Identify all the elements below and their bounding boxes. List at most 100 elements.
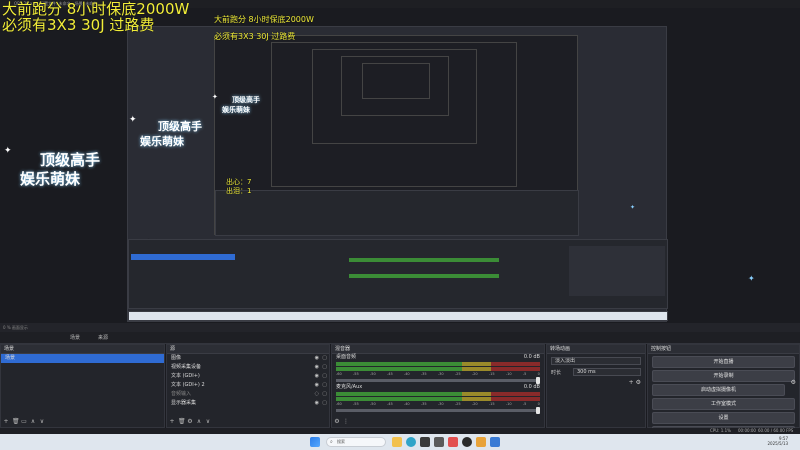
lock-icon[interactable]: ▢ <box>322 363 327 372</box>
preview-canvas[interactable]: ✦ 顶级高手 娱乐萌妹 ✦ 顶级高手 娱乐萌妹 出心：7 出泪：1 出心：7 出… <box>127 26 668 322</box>
transition-type-select[interactable]: 淡入淡出 <box>551 357 641 365</box>
windows-taskbar: ⌕ 搜索 9:57 2025/5/13 <box>0 434 800 450</box>
gear-icon[interactable]: ⚙ <box>187 418 193 425</box>
cursor-sparkle-icon: ✦ <box>630 204 636 211</box>
arrow-up-icon[interactable]: ∧ <box>196 418 202 425</box>
lock-icon[interactable]: ▢ <box>322 354 327 363</box>
lock-icon[interactable]: ▢ <box>322 381 327 390</box>
transition-toolbar: + ⚙ <box>629 379 641 386</box>
eye-icon[interactable]: ◉ <box>315 372 319 381</box>
gear-icon[interactable]: ⚙ <box>791 379 796 386</box>
start-recording-button[interactable]: 开始录制 <box>652 370 795 382</box>
preview-dock-strip <box>128 239 668 309</box>
banner-line-2-small: 必须有3X3 30J 过路费 <box>214 32 296 41</box>
volume-meter <box>336 362 540 366</box>
filter-icon[interactable]: ▭ <box>21 418 27 425</box>
nested-preview-5 <box>362 63 430 99</box>
eye-icon[interactable]: ◉ <box>315 363 319 372</box>
volume-meter <box>336 367 540 371</box>
sparkle-icon: ✦ <box>4 146 12 156</box>
app-icon[interactable] <box>448 437 458 447</box>
virtual-camera-button[interactable]: 启动虚拟摄像机 <box>652 384 785 396</box>
source-item[interactable]: 文本 (GDI+) ◉ ▢ <box>167 372 329 381</box>
app-icon[interactable] <box>476 437 486 447</box>
banner-line-1-small: 大前跑分 8小时保底2000W <box>214 15 314 24</box>
tab-scenes[interactable]: 场景 <box>70 334 80 341</box>
session-time: 00:00:00 <box>738 428 756 433</box>
gear-icon[interactable]: ⚙ <box>636 379 641 386</box>
dock-tabs: 场景 来源 <box>0 332 800 344</box>
tab-sources[interactable]: 来源 <box>98 334 108 341</box>
scenes-header: 场景 <box>1 345 164 354</box>
source-item[interactable]: 图像 ◉ ▢ <box>167 354 329 363</box>
channel-name: 桌面音频 <box>336 354 357 360</box>
arrow-down-icon[interactable]: ∨ <box>39 418 45 425</box>
taskbar-clock[interactable]: 9:57 2025/5/13 <box>767 436 788 446</box>
start-streaming-button[interactable]: 开始直播 <box>652 356 795 368</box>
arrow-down-icon[interactable]: ∨ <box>205 418 211 425</box>
source-item[interactable]: 显示器采集 ◉ ▢ <box>167 399 329 408</box>
transition-type[interactable]: 淡入淡出 <box>551 357 641 365</box>
windows-start-icon[interactable] <box>310 437 320 447</box>
volume-meter <box>336 397 540 401</box>
studio-mode-button[interactable]: 工作室模式 <box>652 398 795 410</box>
scene-item[interactable]: 场景 <box>1 354 164 363</box>
clock-date: 2025/5/13 <box>767 441 788 446</box>
add-icon[interactable]: + <box>3 418 9 425</box>
brand-label-small-top: 顶级高手 <box>232 96 260 104</box>
lock-icon[interactable]: ▢ <box>322 399 327 408</box>
lock-icon[interactable]: ▢ <box>322 372 327 381</box>
meter-ticks: -60 -55 -50 -45 -40 -35 -30 -25 -20 -15 -10 -5 0 <box>336 402 540 406</box>
sparkle-icon: ✦ <box>212 93 218 101</box>
transitions-header: 转场动画 <box>547 345 645 354</box>
audio-mixer-dock: 混音器 桌面音频 0.0 dB -60 -55 -50 -45 -40 -35 -30 -25-… <box>331 344 545 428</box>
eye-icon[interactable]: ◌ <box>315 390 319 399</box>
volume-slider[interactable] <box>336 407 540 414</box>
sources-dock: 源 图像 ◉ ▢ 视频采集设备 ◉ ▢ 文本 (GDI+) ◉ ▢ 文本 (GDI+) 2 ◉… <box>166 344 330 428</box>
eye-icon[interactable]: ◉ <box>315 399 319 408</box>
lock-icon[interactable]: ▢ <box>322 390 327 399</box>
slider-knob[interactable] <box>536 377 540 384</box>
eye-icon[interactable]: ◉ <box>315 381 319 390</box>
source-label: 图像 <box>171 355 182 361</box>
scenes-toolbar: + 🗑 ▭ ∧ ∨ <box>3 418 45 425</box>
more-icon[interactable]: ⋮ <box>343 418 349 425</box>
volume-slider[interactable] <box>336 377 540 384</box>
taskbar-search[interactable]: ⌕ 搜索 <box>326 437 386 447</box>
brand-label-bottom: 娱乐萌妹 <box>140 135 184 148</box>
settings-button[interactable]: 设置 <box>652 412 795 424</box>
mixer-toolbar: ⚙ ⋮ <box>334 418 349 425</box>
cpu-usage: CPU: 1.1% <box>710 428 731 433</box>
duration-input[interactable]: 300 ms <box>573 368 641 376</box>
transitions-dock: 转场动画 淡入淡出 时长 300 ms + ⚙ <box>546 344 646 428</box>
obs-icon[interactable] <box>462 437 472 447</box>
arrow-up-icon[interactable]: ∧ <box>30 418 36 425</box>
source-label: 视频采集设备 <box>171 364 202 370</box>
brand-label-top: 顶级高手 <box>158 120 202 133</box>
mixer-header: 混音器 <box>332 345 544 354</box>
cursor-sparkle-icon: ✦ <box>748 274 755 283</box>
mixer-channel: 麦克风/Aux 0.0 dB -60 -55 -50 -45 -40 -35 -30 -25 -2… <box>332 384 544 414</box>
app-icon[interactable] <box>490 437 500 447</box>
nested-preview-2 <box>271 42 517 187</box>
gear-icon[interactable]: ⚙ <box>334 418 340 425</box>
trash-icon[interactable]: 🗑 <box>12 418 20 425</box>
search-placeholder: 搜索 <box>337 439 345 444</box>
trash-icon[interactable]: 🗑 <box>178 418 186 425</box>
channel-level: 0.0 dB <box>523 354 540 360</box>
file-explorer-icon[interactable] <box>392 437 402 447</box>
eye-icon[interactable]: ◉ <box>315 354 319 363</box>
source-item[interactable]: 音频输入 ◌ ▢ <box>167 390 329 399</box>
add-icon[interactable]: + <box>169 418 175 425</box>
source-label: 显示器采集 <box>171 400 197 406</box>
app-icon[interactable] <box>434 437 444 447</box>
slider-knob[interactable] <box>536 407 540 414</box>
source-item[interactable]: 视频采集设备 ◉ ▢ <box>167 363 329 372</box>
source-item[interactable]: 文本 (GDI+) 2 ◉ ▢ <box>167 381 329 390</box>
edge-browser-icon[interactable] <box>406 437 416 447</box>
mixer-channel: 桌面音频 0.0 dB -60 -55 -50 -45 -40 -35 -30 -25 -20 -1… <box>332 354 544 384</box>
source-label: 文本 (GDI+) <box>171 373 200 379</box>
add-icon[interactable]: + <box>629 379 634 386</box>
store-icon[interactable] <box>420 437 430 447</box>
stage-info-bar: 0 % 画面显示 <box>0 323 800 332</box>
